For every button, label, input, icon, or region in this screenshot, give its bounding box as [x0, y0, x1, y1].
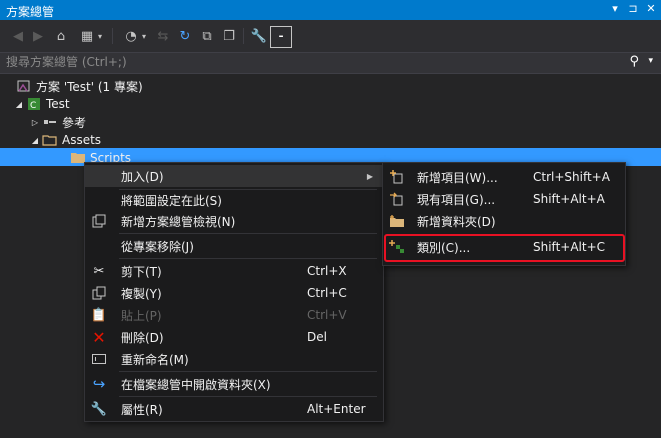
collapse-all-icon[interactable]: ⧉: [198, 26, 216, 46]
preview-selected-icon[interactable]: ⁃: [270, 26, 292, 48]
copy-icon: [91, 285, 107, 301]
home-icon[interactable]: ⌂: [52, 26, 70, 46]
delete-x-icon: ✕: [92, 327, 106, 347]
back-icon[interactable]: ◀: [10, 26, 26, 46]
context-menu: 加入(D) ▶ 將範圍設定在此(S) 新增方案總管檢視(N) 從專案移除(J) …: [84, 162, 384, 422]
open-folder-arrow-icon: ↪: [92, 375, 106, 393]
new-view-icon: [91, 213, 107, 229]
pending-changes-icon[interactable]: ◔: [122, 26, 140, 46]
scissors-icon: ✂: [93, 263, 105, 279]
switch-views-icon[interactable]: ▦: [78, 26, 96, 46]
menu-separator: [119, 258, 377, 259]
submenu-arrow-icon: ▶: [366, 171, 373, 181]
toolbar-divider: [112, 28, 113, 44]
menu-item-copy[interactable]: 複製(Y) Ctrl+C: [85, 282, 383, 304]
tree-label: Assets: [62, 133, 102, 147]
menu-item-properties[interactable]: 🔧 屬性(R) Alt+Enter: [85, 398, 383, 420]
chevron-down-icon[interactable]: ▾: [648, 56, 653, 66]
expanded-arrow-icon[interactable]: ◢: [28, 136, 42, 145]
paste-icon: 📋: [90, 307, 108, 323]
dropdown-icon[interactable]: ▾: [609, 2, 621, 15]
window-controls: ▾ ⊐ ✕: [609, 2, 657, 15]
red-highlight-box: [384, 234, 625, 262]
menu-separator: [119, 371, 377, 372]
existing-item-icon: [389, 191, 405, 207]
sync-icon[interactable]: ⇆: [154, 26, 172, 46]
close-icon[interactable]: ✕: [645, 2, 657, 15]
toolbar: ◀ ▶ ⌂ ▦ ▾ ◔ ▾ ⇆ ↻ ⧉ ❐ 🔧 ⁃: [0, 20, 661, 52]
rename-icon: [91, 351, 107, 367]
search-bar: ⚲ ▾: [0, 52, 661, 74]
menu-item-scope-to-this[interactable]: 將範圍設定在此(S): [85, 189, 383, 211]
references-icon: [42, 115, 58, 129]
submenu-item-new-item[interactable]: 新增項目(W)... Ctrl+Shift+A: [383, 166, 625, 188]
tree-label: 方案 'Test' (1 專案): [36, 79, 143, 94]
menu-item-add[interactable]: 加入(D) ▶: [85, 165, 383, 187]
submenu-item-new-folder[interactable]: 新增資料夾(D): [383, 210, 625, 232]
menu-item-rename[interactable]: 重新命名(M): [85, 348, 383, 370]
new-item-icon: [389, 169, 405, 185]
tree-node-solution[interactable]: 方案 'Test' (1 專案): [16, 77, 143, 95]
menu-item-delete[interactable]: ✕ 刪除(D) Del: [85, 326, 383, 348]
pin-icon[interactable]: ⊐: [627, 2, 639, 15]
new-folder-icon: [389, 213, 405, 229]
svg-text:C: C: [30, 101, 36, 111]
refresh-icon[interactable]: ↻: [176, 26, 194, 46]
menu-item-paste[interactable]: 📋 貼上(P) Ctrl+V: [85, 304, 383, 326]
tree-node-references[interactable]: ▷ 參考: [28, 113, 86, 131]
tree-label: 參考: [62, 115, 87, 130]
menu-item-new-solution-view[interactable]: 新增方案總管檢視(N): [85, 210, 383, 232]
menu-item-cut[interactable]: ✂ 剪下(T) Ctrl+X: [85, 260, 383, 282]
forward-icon[interactable]: ▶: [30, 26, 46, 46]
csharp-project-icon: C: [26, 97, 42, 111]
search-input[interactable]: [6, 54, 606, 70]
title-bar: 方案總管 ▾ ⊐ ✕: [0, 0, 661, 20]
search-icon[interactable]: ⚲: [629, 54, 639, 69]
collapsed-arrow-icon[interactable]: ▷: [28, 118, 42, 127]
tree-label: Test: [46, 97, 70, 111]
show-all-files-icon[interactable]: ❐: [220, 26, 238, 46]
submenu-item-existing-item[interactable]: 現有項目(G)... Shift+Alt+A: [383, 188, 625, 210]
tree-node-project[interactable]: ◢ C Test: [12, 95, 70, 113]
menu-item-open-in-explorer[interactable]: ↪ 在檔案總管中開啟資料夾(X): [85, 373, 383, 395]
menu-separator: [119, 396, 377, 397]
folder-open-icon: [42, 133, 58, 147]
menu-item-exclude-from-project[interactable]: 從專案移除(J): [85, 235, 383, 257]
tree-node-assets[interactable]: ◢ Assets: [28, 131, 101, 149]
chevron-down-icon[interactable]: ▾: [96, 26, 104, 46]
toolbar-divider: [243, 28, 244, 44]
menu-separator: [119, 233, 377, 234]
window-title: 方案總管: [6, 5, 55, 19]
properties-wrench-icon[interactable]: 🔧: [250, 26, 268, 46]
solution-icon: [16, 79, 32, 93]
wrench-icon: 🔧: [90, 401, 108, 417]
expanded-arrow-icon[interactable]: ◢: [12, 100, 26, 109]
chevron-down-icon[interactable]: ▾: [140, 26, 148, 46]
